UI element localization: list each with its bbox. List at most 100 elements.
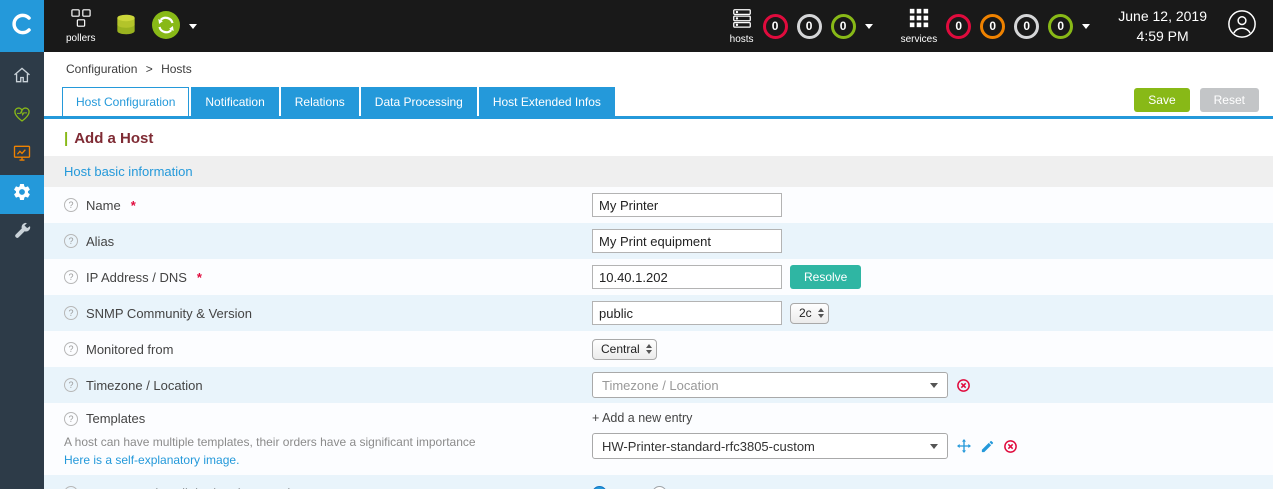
timezone-label: Timezone / Location xyxy=(86,377,203,393)
monitored-from-select[interactable]: Central xyxy=(592,338,657,360)
services-menu[interactable]: services xyxy=(901,7,937,45)
monitored-from-label: Monitored from xyxy=(86,341,174,357)
section-host-basic-information: Host basic information xyxy=(44,156,1273,187)
select-arrows-icon xyxy=(645,344,652,354)
hosts-menu[interactable]: hosts xyxy=(730,7,754,45)
chevron-down-icon xyxy=(930,382,938,388)
monitored-label-cell: Monitored from xyxy=(64,342,592,357)
tab-relations[interactable]: Relations xyxy=(280,87,359,116)
user-menu[interactable] xyxy=(1227,9,1257,44)
save-button[interactable]: Save xyxy=(1134,87,1190,112)
current-time: 4:59 PM xyxy=(1136,28,1189,44)
timezone-placeholder: Timezone / Location xyxy=(602,377,719,393)
hosts-icon xyxy=(731,7,753,32)
ip-input[interactable] xyxy=(592,265,782,289)
create-services-yes-radio[interactable] xyxy=(592,485,607,489)
services-icon xyxy=(908,7,930,32)
tab-actions: Save Reset xyxy=(1134,87,1259,112)
chevron-down-icon xyxy=(930,443,938,449)
hosts-down-badge[interactable]: 0 xyxy=(762,13,788,39)
form-row-snmp: SNMP Community & Version 2c xyxy=(44,295,1273,331)
heart-pulse-icon xyxy=(12,104,32,129)
templates-helper-text: A host can have multiple templates, thei… xyxy=(64,435,476,449)
template-delete-icon[interactable] xyxy=(1003,439,1018,454)
form-row-name: Name * xyxy=(44,187,1273,223)
timezone-value-cell: Timezone / Location xyxy=(592,372,971,398)
name-value-cell xyxy=(592,193,782,217)
snmp-version-select[interactable]: 2c xyxy=(790,302,829,324)
help-icon[interactable] xyxy=(64,342,78,356)
sync-icon xyxy=(151,10,181,43)
chart-monitor-icon xyxy=(12,143,32,168)
snmp-value-cell: 2c xyxy=(592,301,829,325)
timezone-delete-icon[interactable] xyxy=(956,378,971,393)
tab-data-processing[interactable]: Data Processing xyxy=(360,87,477,116)
tab-host-extended-infos[interactable]: Host Extended Infos xyxy=(478,87,615,116)
centreon-logo[interactable] xyxy=(0,0,44,52)
help-icon[interactable] xyxy=(64,198,78,212)
form-row-templates: Templates A host can have multiple templ… xyxy=(44,403,1273,475)
template-move-icon[interactable] xyxy=(956,438,972,454)
breadcrumb-hosts[interactable]: Hosts xyxy=(161,62,192,76)
services-ok-badge[interactable]: 0 xyxy=(1048,13,1074,39)
hosts-unreachable-badge[interactable]: 0 xyxy=(796,13,822,39)
timezone-select[interactable]: Timezone / Location xyxy=(592,372,948,398)
snmp-label-cell: SNMP Community & Version xyxy=(64,306,592,321)
add-template-entry-link[interactable]: + Add a new entry xyxy=(592,411,1018,425)
alias-input[interactable] xyxy=(592,229,782,253)
services-chevron-down-icon[interactable] xyxy=(1082,23,1091,29)
pollers-menu[interactable]: pollers xyxy=(66,8,95,44)
hosts-up-badge[interactable]: 0 xyxy=(830,13,856,39)
services-critical-badge[interactable]: 0 xyxy=(946,13,972,39)
database-icon xyxy=(113,12,139,41)
gear-icon xyxy=(12,182,32,207)
database-status[interactable] xyxy=(113,12,139,41)
name-label: Name xyxy=(86,197,121,213)
snmp-community-input[interactable] xyxy=(592,301,782,325)
alias-label-cell: Alias xyxy=(64,234,592,249)
sidebar-item-configuration[interactable] xyxy=(0,175,44,214)
current-date: June 12, 2019 xyxy=(1118,7,1207,24)
create-services-no-radio[interactable] xyxy=(652,485,668,489)
help-icon[interactable] xyxy=(64,411,78,426)
page-title-text: Add a Host xyxy=(74,130,154,147)
sidebar-item-administration[interactable] xyxy=(0,214,44,253)
sync-status[interactable] xyxy=(151,10,181,43)
hosts-chevron-down-icon[interactable] xyxy=(864,23,873,29)
page-title-bar: | xyxy=(64,130,69,147)
breadcrumb-separator: > xyxy=(145,62,153,76)
name-label-cell: Name * xyxy=(64,198,592,213)
template-select[interactable]: HW-Printer-standard-rfc3805-custom xyxy=(592,433,948,459)
template-selected-value: HW-Printer-standard-rfc3805-custom xyxy=(602,438,815,454)
templates-value-cell: + Add a new entry HW-Printer-standard-rf… xyxy=(592,411,1018,459)
sidebar-item-home[interactable] xyxy=(0,58,44,97)
services-unknown-badge[interactable]: 0 xyxy=(1014,13,1040,39)
help-icon[interactable] xyxy=(64,306,78,320)
monitored-value-cell: Central xyxy=(592,338,657,360)
breadcrumb-configuration[interactable]: Configuration xyxy=(66,62,137,76)
services-warning-badge[interactable]: 0 xyxy=(980,13,1006,39)
resolve-button[interactable]: Resolve xyxy=(790,265,862,289)
help-icon[interactable] xyxy=(64,270,78,284)
help-icon[interactable] xyxy=(64,378,78,392)
poller-chevron-down-icon[interactable] xyxy=(189,23,198,29)
create-services-yes-label: Yes xyxy=(615,486,636,489)
sidebar-item-reporting[interactable] xyxy=(0,136,44,175)
tab-host-configuration[interactable]: Host Configuration xyxy=(62,87,190,116)
snmp-label: SNMP Community & Version xyxy=(86,305,252,321)
required-asterisk: * xyxy=(130,197,136,213)
alias-value-cell xyxy=(592,229,782,253)
reset-button[interactable]: Reset xyxy=(1199,87,1259,112)
ip-label: IP Address / DNS xyxy=(86,269,187,285)
templates-helper-link[interactable]: Here is a self-explanatory image. xyxy=(64,453,592,467)
help-icon[interactable] xyxy=(64,234,78,248)
pollers-icon xyxy=(70,8,92,31)
tab-notification[interactable]: Notification xyxy=(191,87,279,116)
name-input[interactable] xyxy=(592,193,782,217)
services-status-cluster: services 0 0 0 0 xyxy=(901,7,1091,45)
required-asterisk: * xyxy=(196,269,202,285)
template-edit-icon[interactable] xyxy=(980,439,995,454)
breadcrumb: Configuration > Hosts xyxy=(44,52,1273,82)
hosts-status-cluster: hosts 0 0 0 xyxy=(730,7,873,45)
sidebar-item-monitoring[interactable] xyxy=(0,97,44,136)
